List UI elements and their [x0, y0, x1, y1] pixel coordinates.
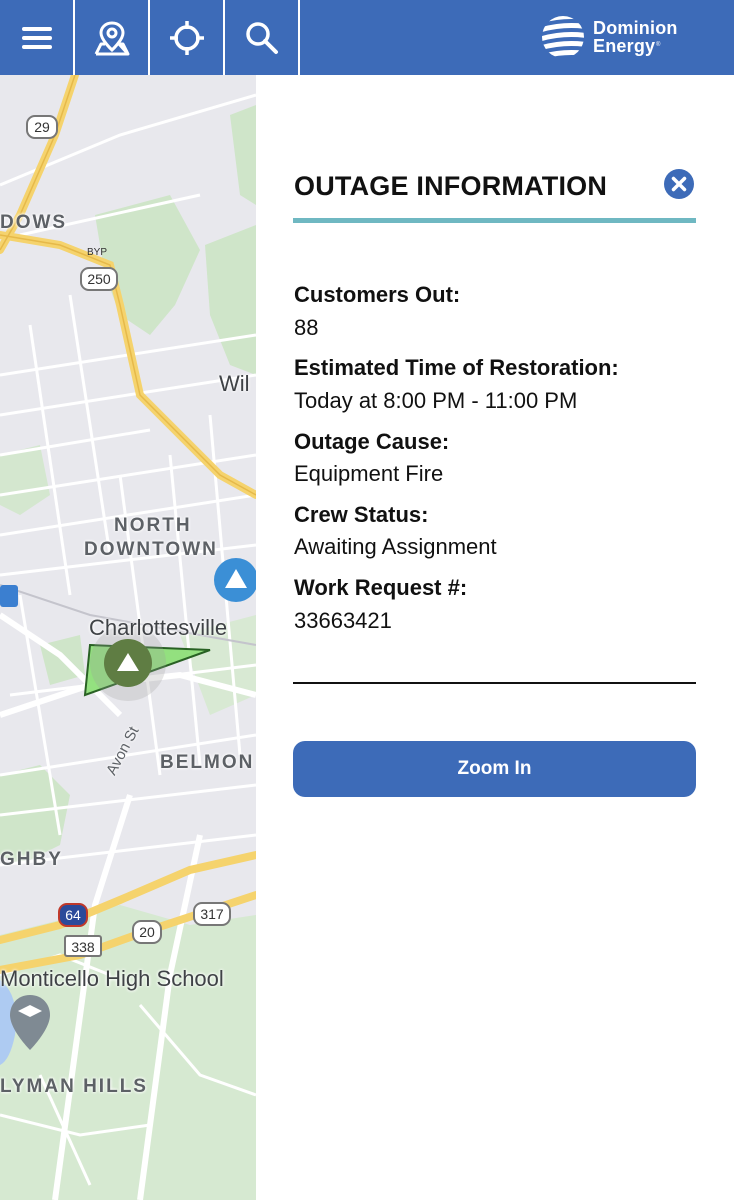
locate-me-button[interactable] [150, 0, 225, 75]
menu-button[interactable] [0, 0, 75, 75]
title-divider [293, 218, 696, 223]
route-shield-64: 64 [58, 903, 88, 927]
route-shield-byp: BYP [87, 247, 108, 258]
outage-cause-value: Equipment Fire [294, 461, 444, 486]
map-label-charlottesville: Charlottesville [89, 615, 228, 640]
customers-out-label: Customers Out: [294, 282, 461, 307]
map-label-lyman-hills: LYMAN HILLS [0, 1076, 148, 1097]
route-shield-317: 317 [193, 902, 231, 926]
route-shield-338: 338 [64, 935, 102, 957]
map-pin-icon [94, 20, 129, 55]
dominion-energy-logo-icon [542, 16, 584, 58]
dominion-energy-wordmark: Dominion Energy [593, 19, 678, 55]
zoom-in-button[interactable]: Zoom In [293, 741, 696, 797]
map-label-north: NORTH [114, 515, 192, 536]
outage-cause-label: Outage Cause: [294, 429, 450, 454]
menu-icon [21, 26, 52, 49]
route-shield-29: 29 [26, 115, 58, 139]
customers-out-value: 88 [294, 315, 319, 340]
restoration-time-label: Estimated Time of Restoration: [294, 355, 619, 380]
registered-mark: ® [656, 42, 661, 48]
restoration-time-value: Today at 8:00 PM - 11:00 PM [294, 388, 578, 413]
map-label-belmont: BELMON [160, 752, 255, 773]
search-button[interactable] [225, 0, 300, 75]
crew-status-label: Crew Status: [294, 502, 429, 527]
brand-line-1: Dominion [593, 18, 678, 38]
close-icon [671, 176, 687, 192]
map-label-monticello-high-school: Monticello High School [0, 966, 224, 991]
route-shield-20: 20 [132, 920, 162, 944]
report-location-button[interactable] [75, 0, 150, 75]
outage-information-panel: OUTAGE INFORMATION Customers Out: 88 Est… [256, 75, 734, 1200]
map-label-downtown: DOWNTOWN [84, 539, 218, 560]
search-icon [245, 21, 278, 54]
map-label-dows: DOWS [0, 212, 68, 233]
zoom-in-label: Zoom In [457, 758, 532, 779]
route-shield-250: 250 [80, 267, 118, 291]
dominion-energy-logo: Dominion Energy ® [542, 12, 692, 64]
panel-title: OUTAGE INFORMATION [294, 171, 608, 201]
crosshair-icon [169, 20, 204, 55]
panel-divider [293, 682, 696, 684]
map-label-ghby: GHBY [0, 849, 63, 870]
brand-line-2: Energy [593, 36, 656, 56]
crew-status-value: Awaiting Assignment [294, 534, 497, 559]
top-navigation-bar: Dominion Energy ® [0, 0, 734, 75]
map-label-wil: Wil [219, 371, 250, 396]
work-request-value: 33663421 [294, 608, 392, 633]
outage-map[interactable]: DOWS NORTH DOWNTOWN Charlottesville BELM… [0, 75, 256, 1200]
close-button[interactable] [664, 169, 694, 199]
work-request-label: Work Request #: [294, 575, 468, 600]
